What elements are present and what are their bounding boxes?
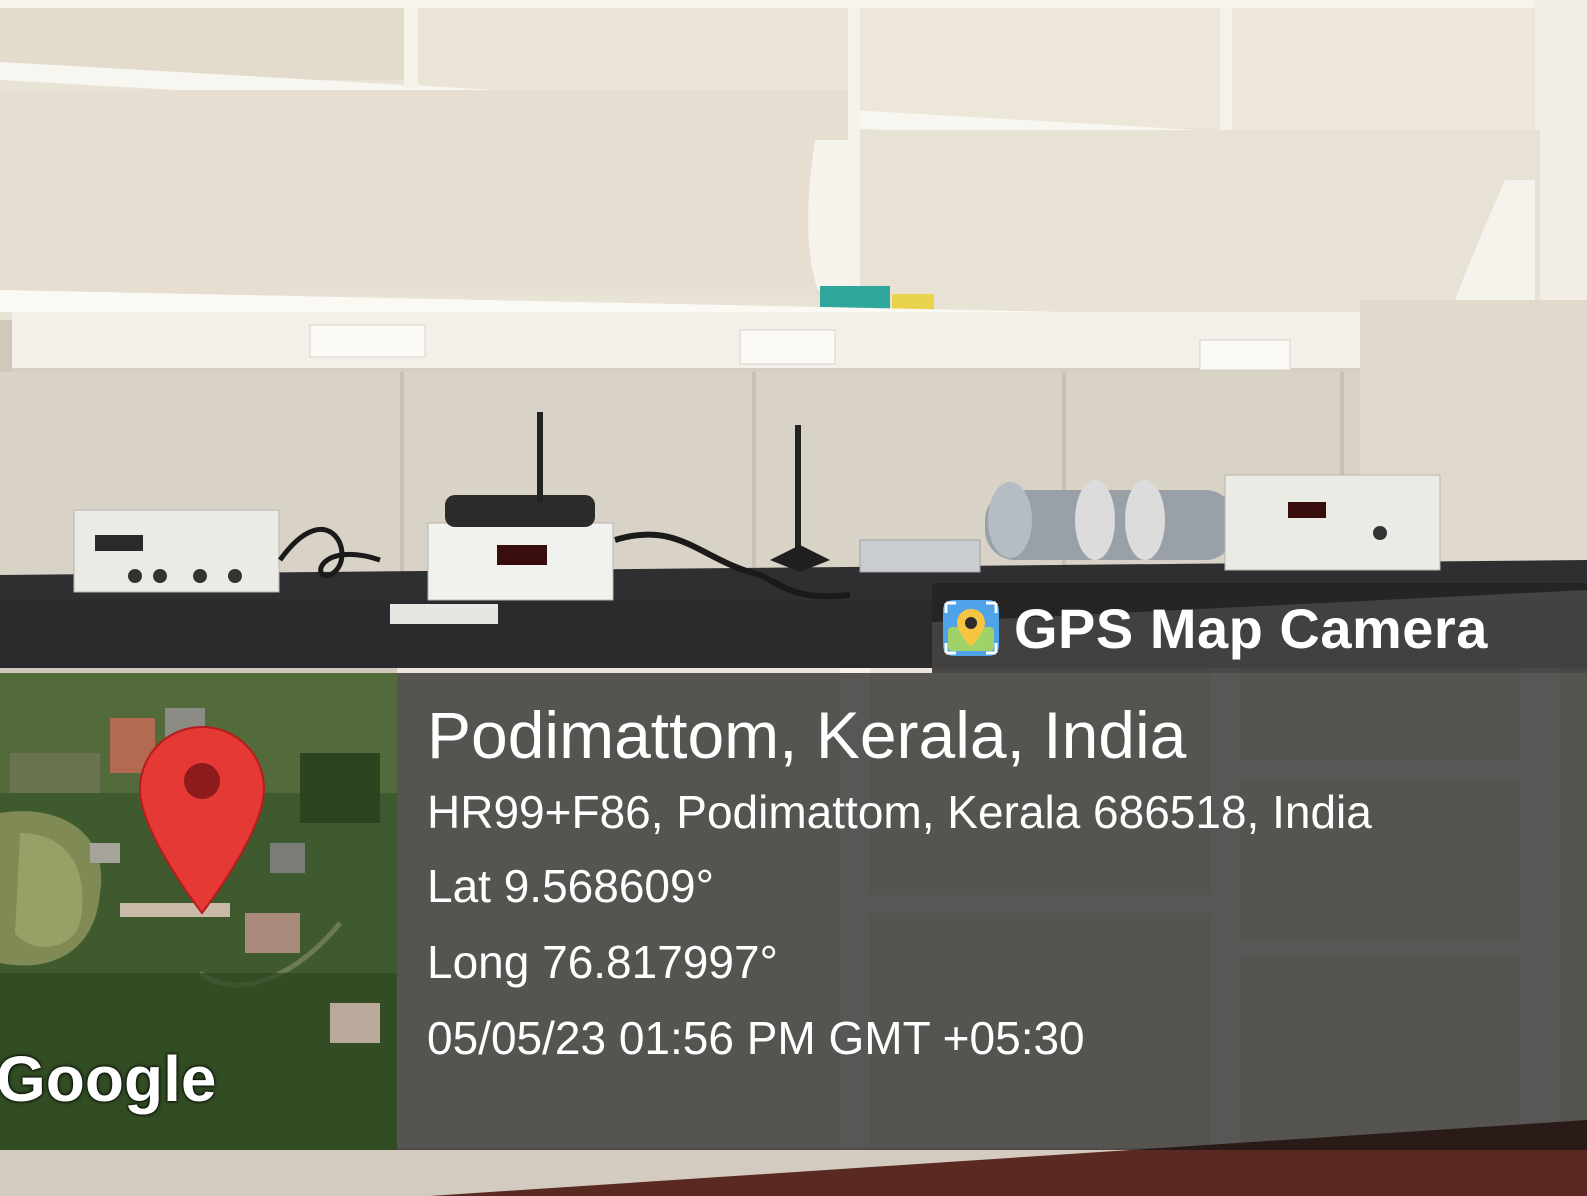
app-brand-tag: GPS Map Camera <box>932 583 1587 673</box>
app-name: GPS Map Camera <box>1014 596 1488 660</box>
timestamp-line: 05/05/23 01:56 PM GMT +05:30 <box>427 1012 1085 1064</box>
location-info-panel: Podimattom, Kerala, India HR99+F86, Podi… <box>397 673 1587 1150</box>
map-pin-icon <box>138 725 266 915</box>
latitude-line: Lat 9.568609° <box>427 860 714 912</box>
location-title: Podimattom, Kerala, India <box>427 698 1187 772</box>
longitude-line: Long 76.817997° <box>427 936 778 988</box>
gps-map-camera-icon <box>943 600 999 656</box>
google-logo: Google <box>0 1043 217 1115</box>
address-line: HR99+F86, Podimattom, Kerala 686518, Ind… <box>427 786 1372 838</box>
